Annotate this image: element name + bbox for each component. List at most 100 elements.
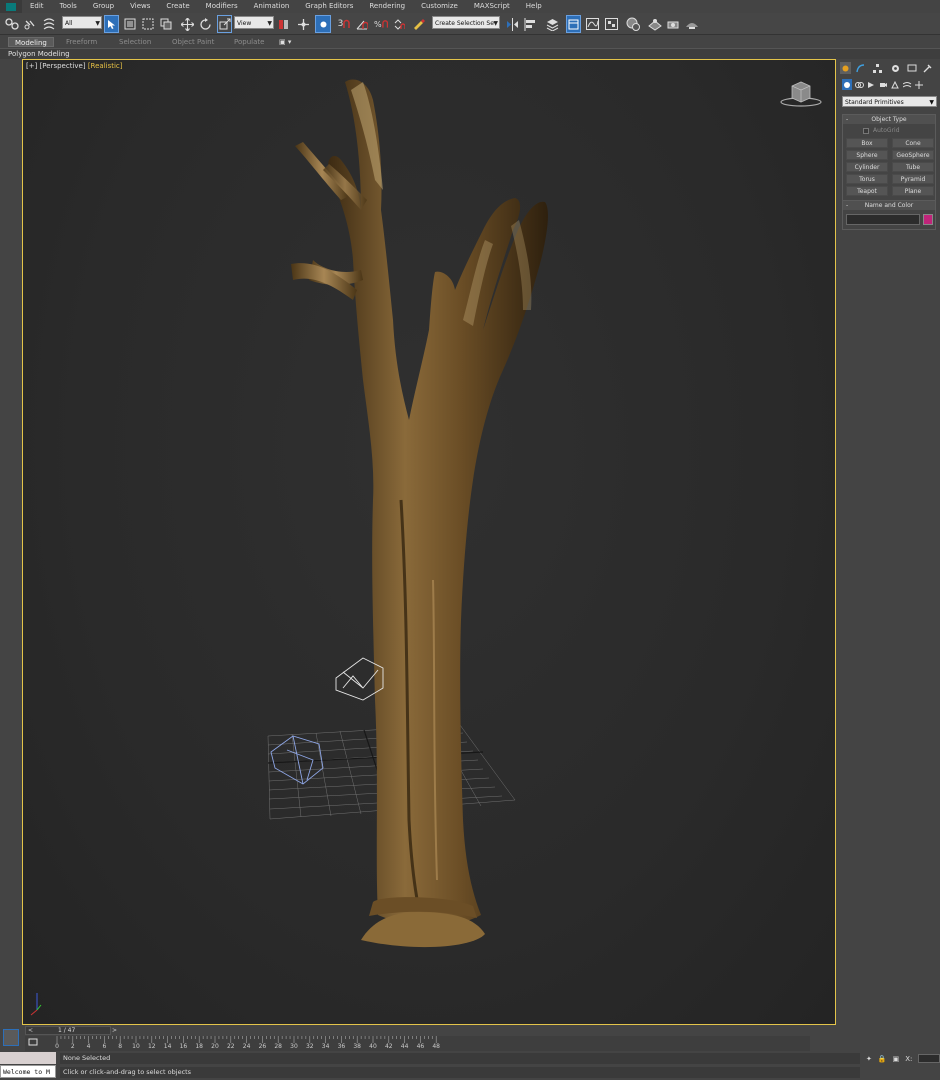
- create-tab-icon[interactable]: [840, 62, 851, 74]
- align-icon[interactable]: [523, 15, 538, 33]
- menu-graph-editors[interactable]: Graph Editors: [297, 0, 361, 13]
- rotate-icon[interactable]: [198, 15, 213, 33]
- menu-views[interactable]: Views: [122, 0, 158, 13]
- spacewarps-category-icon[interactable]: [902, 79, 912, 90]
- rect-selection-icon[interactable]: [140, 15, 155, 33]
- torus-button[interactable]: Torus: [846, 174, 888, 184]
- select-by-name-icon[interactable]: [122, 15, 137, 33]
- menu-group[interactable]: Group: [85, 0, 122, 13]
- selection-lock-icon[interactable]: 🔒: [878, 1055, 887, 1063]
- window-crossing-icon[interactable]: [158, 15, 173, 33]
- box-button[interactable]: Box: [846, 138, 888, 148]
- time-slider[interactable]: < 1 / 47 >: [25, 1026, 117, 1035]
- menu-tools[interactable]: Tools: [52, 0, 85, 13]
- object-type-header[interactable]: - Object Type: [843, 115, 935, 124]
- menu-edit[interactable]: Edit: [22, 0, 52, 13]
- hierarchy-tab-icon[interactable]: [872, 62, 883, 74]
- track-bar-frame-label: 12: [147, 1043, 156, 1050]
- scale-icon[interactable]: [217, 15, 232, 33]
- systems-category-icon[interactable]: [914, 79, 924, 90]
- menu-maxscript[interactable]: MAXScript: [466, 0, 518, 13]
- cylinder-button[interactable]: Cylinder: [846, 162, 888, 172]
- world-axis-tripod: [30, 993, 42, 1016]
- track-bar-frame-label: 4: [86, 1043, 91, 1050]
- menu-rendering[interactable]: Rendering: [361, 0, 413, 13]
- track-bar-frame-label: 40: [369, 1043, 377, 1050]
- layer-explorer-icon[interactable]: [545, 15, 560, 33]
- bind-spacewarp-icon[interactable]: [41, 15, 57, 33]
- cone-button[interactable]: Cone: [892, 138, 934, 148]
- pyramid-button[interactable]: Pyramid: [892, 174, 934, 184]
- tab-populate[interactable]: Populate: [234, 37, 264, 47]
- isolate-selection-icon[interactable]: ✦: [866, 1055, 872, 1063]
- menu-help[interactable]: Help: [518, 0, 550, 13]
- link-icon[interactable]: [4, 15, 20, 33]
- ribbon-options-icon[interactable]: ▣ ▾: [279, 37, 291, 47]
- x-coordinate-input[interactable]: [918, 1054, 940, 1063]
- keyboard-shortcut-override-icon[interactable]: [315, 15, 331, 33]
- motion-tab-icon[interactable]: [890, 62, 901, 74]
- lights-category-icon[interactable]: [866, 79, 876, 90]
- track-bar[interactable]: 0 2 4 6 8 10 12 14 16 18 20 22 24 26 28 30 32 34 36 38 40 42 4…: [25, 1036, 810, 1051]
- tab-selection[interactable]: Selection: [119, 37, 151, 47]
- pivot-center-icon[interactable]: [276, 15, 291, 33]
- left-strip: [0, 59, 22, 1027]
- autogrid-checkbox[interactable]: AutoGrid: [863, 127, 935, 134]
- render-production-icon[interactable]: [684, 15, 700, 33]
- time-slider-next[interactable]: >: [112, 1027, 117, 1034]
- percent-snap-icon[interactable]: %: [374, 15, 388, 33]
- menu-customize[interactable]: Customize: [413, 0, 466, 13]
- render-setup-icon[interactable]: [647, 15, 663, 33]
- helpers-category-icon[interactable]: [890, 79, 900, 90]
- snaps-toggle-icon[interactable]: 3: [337, 15, 351, 33]
- shapes-category-icon[interactable]: [854, 79, 864, 90]
- sphere-button[interactable]: Sphere: [846, 150, 888, 160]
- tab-freeform[interactable]: Freeform: [66, 37, 97, 47]
- named-selection-sets-dropdown[interactable]: Create Selection Se ▼: [432, 16, 500, 29]
- curve-editor-icon[interactable]: [585, 15, 600, 33]
- maxscript-mini-listener[interactable]: Welcome to M: [0, 1065, 56, 1078]
- rendered-frame-window-icon[interactable]: [665, 15, 681, 33]
- edit-named-selection-icon[interactable]: [412, 15, 427, 33]
- tab-modeling[interactable]: Modeling: [8, 37, 54, 47]
- object-type-rollout: - Object Type AutoGrid Box Cone Sphere Ge…: [842, 114, 936, 201]
- selection-filter-dropdown[interactable]: All ▼: [62, 16, 102, 29]
- perspective-viewport[interactable]: [+] [Perspective] [Realistic]: [22, 59, 836, 1025]
- mini-listener-toggle[interactable]: [3, 1029, 19, 1046]
- object-name-input[interactable]: [846, 214, 921, 225]
- geometry-category-icon[interactable]: [842, 79, 852, 90]
- display-tab-icon[interactable]: [906, 62, 917, 74]
- spinner-snap-icon[interactable]: [392, 15, 406, 33]
- cameras-category-icon[interactable]: [878, 79, 888, 90]
- primitive-type-dropdown[interactable]: Standard Primitives ▼: [842, 96, 937, 107]
- unlink-icon[interactable]: [22, 15, 38, 33]
- reference-coordinate-dropdown[interactable]: View ▼: [234, 16, 274, 29]
- schematic-view-icon[interactable]: [604, 15, 619, 33]
- time-slider-prev[interactable]: <: [28, 1027, 33, 1034]
- ribbon-polygon-modeling-label[interactable]: Polygon Modeling: [8, 50, 70, 58]
- geosphere-button[interactable]: GeoSphere: [892, 150, 934, 160]
- name-and-color-header[interactable]: - Name and Color: [843, 201, 935, 210]
- track-bar-filter-icon[interactable]: [28, 1037, 38, 1047]
- angle-snap-icon[interactable]: [355, 15, 369, 33]
- utilities-tab-icon[interactable]: [922, 62, 933, 74]
- plane-button[interactable]: Plane: [892, 186, 934, 196]
- scene-explorer-icon[interactable]: [566, 15, 581, 33]
- material-editor-icon[interactable]: [625, 15, 641, 33]
- mirror-icon[interactable]: [505, 15, 520, 33]
- modify-tab-icon[interactable]: [855, 62, 866, 74]
- tab-object-paint[interactable]: Object Paint: [172, 37, 214, 47]
- move-icon[interactable]: [180, 15, 195, 33]
- teapot-button[interactable]: Teapot: [846, 186, 888, 196]
- menu-create[interactable]: Create: [158, 0, 197, 13]
- tube-button[interactable]: Tube: [892, 162, 934, 172]
- app-logo-icon[interactable]: [0, 0, 22, 13]
- menu-animation[interactable]: Animation: [246, 0, 298, 13]
- menu-modifiers[interactable]: Modifiers: [198, 0, 246, 13]
- select-manipulate-icon[interactable]: [296, 15, 311, 33]
- object-color-swatch[interactable]: [923, 214, 933, 225]
- maxscript-listener-top[interactable]: [0, 1052, 56, 1064]
- select-object-icon[interactable]: [104, 15, 119, 33]
- tree-mesh[interactable]: [291, 79, 548, 948]
- absolute-mode-icon[interactable]: ▣: [893, 1055, 900, 1063]
